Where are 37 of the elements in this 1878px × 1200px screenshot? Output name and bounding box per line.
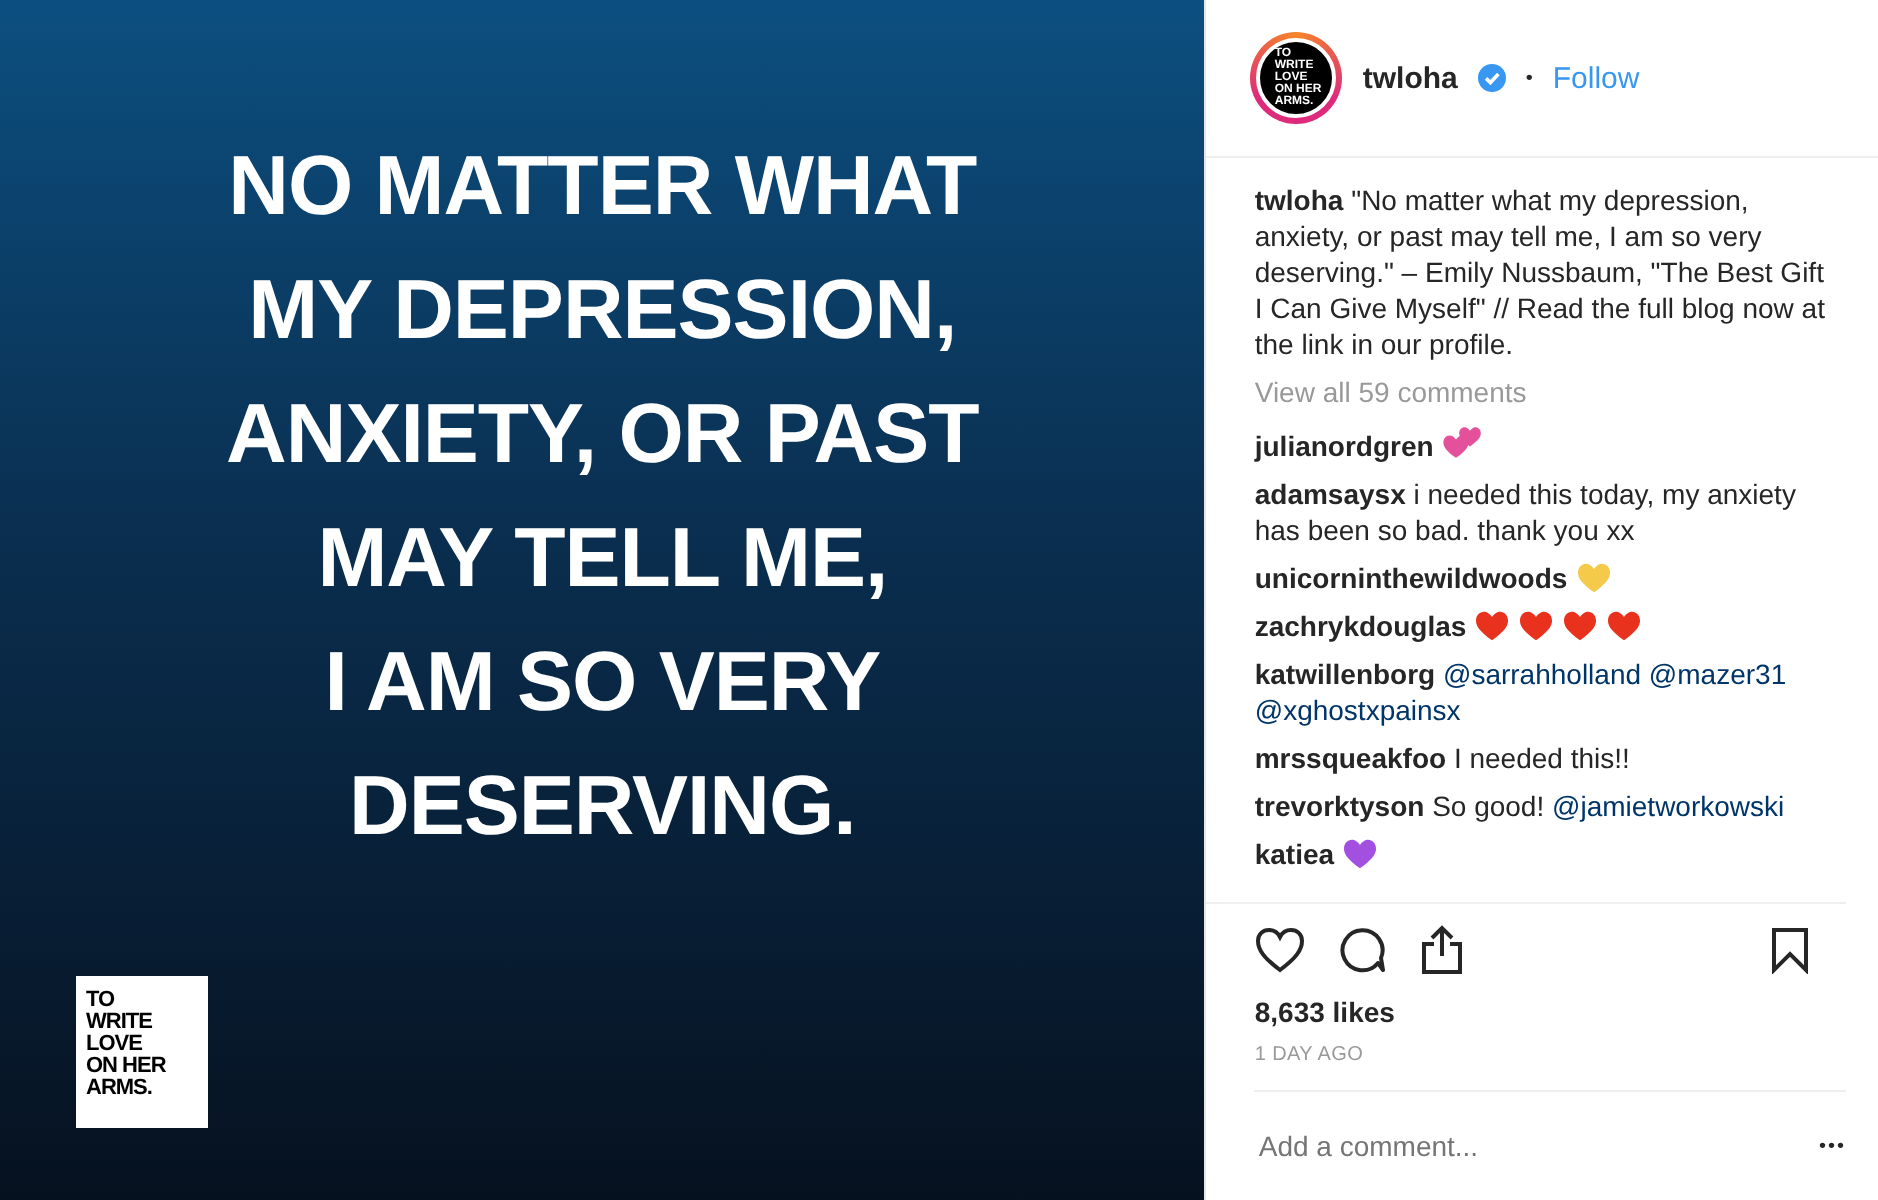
heart-icon: [1606, 610, 1643, 642]
hearts-icon: [1441, 426, 1482, 462]
quote-line: I AM SO VERY: [322, 632, 883, 732]
quote-line: NO MATTER WHAT: [226, 136, 979, 236]
heart-icon: [1518, 610, 1555, 642]
quote-line: MY DEPRESSION,: [246, 260, 959, 360]
quote-line: DESERVING.: [347, 756, 858, 856]
post-time: 1 DAY AGO: [1252, 1042, 1366, 1070]
comment: unicorninthewildwoods: [1254, 560, 1838, 596]
like-icon[interactable]: [1254, 926, 1307, 974]
bookmark-icon[interactable]: [1770, 926, 1810, 974]
comment: trevorktyson So good! @jamietworkowski: [1254, 788, 1787, 824]
separator: •: [1525, 67, 1533, 89]
comment: adamsaysx i needed this today, my anxiety has been so bad. thank you xx: [1254, 476, 1798, 548]
comment: mrssqueakfoo I needed this!!: [1254, 740, 1632, 776]
more-options-button[interactable]: •••: [1818, 1135, 1846, 1157]
comment: katiea: [1254, 836, 1838, 872]
mention-link[interactable]: @xghostxpainsx: [1254, 694, 1461, 726]
comment: zachrykdouglas: [1254, 608, 1838, 644]
comment-icon[interactable]: [1338, 926, 1387, 974]
username[interactable]: twloha: [1362, 61, 1458, 95]
comment: katwillenborg @sarrahholland @mazer31 @xghostxpainsx: [1254, 656, 1789, 728]
mention-link[interactable]: @sarrahholland: [1442, 658, 1642, 690]
quote-line: ANXIETY, OR PAST: [226, 384, 979, 484]
comment: julianordgren: [1254, 426, 1838, 464]
comment-field[interactable]: Add a comment... •••: [1254, 1090, 1846, 1200]
heart-icon: [1575, 562, 1612, 594]
logo: TO WRITE LOVE ON HER ARMS.: [76, 976, 208, 1128]
heart-icon: [1342, 838, 1379, 870]
share-icon[interactable]: [1418, 924, 1467, 976]
heart-icon: [1474, 610, 1511, 642]
mention-link[interactable]: @jamietworkowski: [1552, 790, 1785, 822]
likes-count[interactable]: 8,633 likes: [1206, 984, 1878, 1036]
heart-icon: [1562, 610, 1599, 642]
mention-link[interactable]: @mazer31: [1648, 658, 1787, 690]
quote-line: MAY TELL ME,: [315, 508, 890, 608]
caption: twloha "No matter what my depression, anxiety, or past may tell me, I am so very deserving." – Emily Nussbaum, "The Best Gift I Can Give Myself" // Read the full blog now at the link in our profile.: [1254, 182, 1827, 362]
